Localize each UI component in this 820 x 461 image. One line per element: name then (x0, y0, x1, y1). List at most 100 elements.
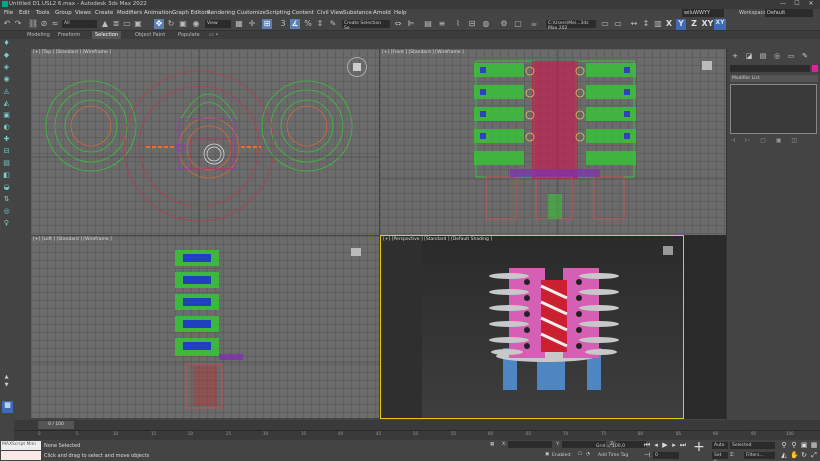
material-editor-icon[interactable]: ◍ (481, 19, 491, 29)
menu-customize[interactable]: Customize (237, 10, 266, 16)
time-slider-handle[interactable]: 0 / 100 (38, 421, 74, 429)
object-name-field[interactable] (730, 65, 810, 72)
container-icon[interactable]: ▥ (653, 19, 663, 29)
undo-icon[interactable]: ↶ (2, 19, 12, 29)
key-filters-button[interactable]: Filters... (744, 452, 775, 459)
rendered-frame-window-icon[interactable]: ▢ (513, 19, 523, 29)
select-and-place-icon[interactable]: ◉ (191, 19, 201, 29)
menu-help[interactable]: Help (394, 10, 407, 16)
viewcube-perspective-icon[interactable] (663, 246, 673, 255)
zoom-extents-all-icon[interactable]: ▦ (810, 441, 818, 449)
menu-scripting[interactable]: Scripting (266, 10, 290, 16)
zoom-icon[interactable]: ⚲ (780, 441, 788, 449)
zoom-all-icon[interactable]: ⚲ (790, 441, 798, 449)
menu-substance[interactable]: Substance (343, 10, 372, 16)
rectangular-selection-icon[interactable]: ▭ (122, 19, 132, 29)
selection-key-filter-select[interactable]: Selected (730, 442, 775, 449)
user-account-dropdown[interactable]: wiluWWYY (682, 9, 724, 17)
key-mode-toggle-icon[interactable]: ⊣ (643, 451, 651, 459)
cameras-icon[interactable]: ◉ (2, 75, 11, 84)
zoom-extents-icon[interactable]: ▣ (800, 441, 808, 449)
adaptive-degradation-icon[interactable]: ▣ (545, 452, 549, 457)
tab-selection[interactable]: Selection (92, 31, 122, 39)
current-frame-field[interactable]: 0 (653, 452, 679, 459)
menu-content[interactable]: Content (292, 10, 314, 16)
viewport-perspective[interactable]: [+] [Perspective ] [Standard ] [Default … (380, 235, 684, 419)
display-tab-icon[interactable]: ▭ (786, 52, 796, 62)
menu-create[interactable]: Create (95, 10, 113, 16)
window-crossing-icon[interactable]: ▣ (133, 19, 143, 29)
select-by-name-icon[interactable]: ≣ (111, 19, 121, 29)
bulb-icon[interactable]: ♀ (2, 219, 11, 228)
motion-icon[interactable]: ▤ (2, 159, 11, 168)
scene-explorer-icon[interactable]: ▤ (423, 19, 433, 29)
folder-icon[interactable]: ▭ (600, 19, 610, 29)
add-time-tag-label[interactable]: Add Time Tag (598, 453, 628, 458)
spinner-snap-icon[interactable]: ⇕ (315, 19, 325, 29)
named-selection-edit-icon[interactable]: ✎ (328, 19, 338, 29)
align-icon[interactable]: ⊫ (406, 19, 416, 29)
axis-constraint-x[interactable]: X (664, 19, 674, 30)
spacewarps-icon[interactable]: ◭ (2, 99, 11, 108)
menu-animation[interactable]: Animation (144, 10, 172, 16)
menu-rendering[interactable]: Rendering (207, 10, 235, 16)
keyboard-shortcut-override-icon[interactable]: ⊞ (262, 19, 272, 29)
viewport-layout-down-icon[interactable]: ▼ (2, 381, 11, 390)
axis-constraint-z[interactable]: Z (689, 19, 699, 30)
select-and-rotate-icon[interactable]: ↻ (166, 19, 176, 29)
layers-icon[interactable]: ◧ (2, 171, 11, 180)
hierarchy-tab-icon[interactable]: ▤ (758, 52, 768, 62)
redo-icon[interactable]: ↷ (13, 19, 23, 29)
selection-filter-select[interactable]: All (62, 20, 97, 28)
auto-key-button[interactable]: Auto (712, 442, 728, 449)
menu-arnold[interactable]: Arnold (373, 10, 391, 16)
modifier-list-select[interactable]: Modifier List (730, 75, 818, 82)
project-icon[interactable]: ▭ (613, 19, 623, 29)
object-color-swatch[interactable] (812, 65, 818, 72)
menu-modifiers[interactable]: Modifiers (117, 10, 142, 16)
go-to-end-button[interactable]: ⏭ (679, 441, 687, 449)
utilities-icon[interactable]: ✚ (2, 135, 11, 144)
display-icon[interactable]: ◐ (2, 123, 11, 132)
viewport-front[interactable]: [+] [Front ] [Standard ] [Wireframe ] (380, 49, 726, 235)
maxscript-listener-input[interactable]: MAXScript Mini (1, 441, 41, 450)
go-to-start-button[interactable]: ⏮ (643, 441, 651, 449)
select-and-move-icon[interactable]: ✥ (154, 19, 164, 29)
modify-tab-icon[interactable]: ◪ (744, 52, 754, 62)
mirror-icon[interactable]: ⇔ (393, 19, 403, 29)
viewcube-left-icon[interactable] (351, 248, 361, 256)
menu-file[interactable]: File (4, 10, 13, 16)
render-setup-icon[interactable]: ⚙ (499, 19, 509, 29)
viewcube-top-icon[interactable] (347, 57, 367, 77)
minimize-button[interactable]: — (778, 0, 788, 8)
viewport-layout-icon[interactable]: ▦ (2, 401, 13, 413)
link-icon[interactable]: ⛓ (28, 19, 38, 29)
enabled-checkbox[interactable]: ☐ (578, 452, 582, 457)
project-path-select[interactable]: C:\Users\Mei...3ds Max 202 (546, 20, 596, 31)
select-and-scale-icon[interactable]: ▣ (178, 19, 188, 29)
axis-constraint-y[interactable]: Y (676, 19, 686, 30)
field-of-view-icon[interactable]: ◭ (780, 451, 788, 459)
previous-frame-button[interactable]: ◂ (652, 441, 660, 449)
viewcube-front-icon[interactable] (702, 61, 712, 70)
pivot-center-icon[interactable]: ▦ (234, 19, 244, 29)
menu-edit[interactable]: Edit (19, 10, 30, 16)
tab-object-paint[interactable]: Object Paint (135, 32, 165, 38)
tab-modeling[interactable]: Modeling (27, 32, 50, 38)
hierarchy-icon[interactable]: ⊟ (2, 147, 11, 156)
create-tab-icon[interactable]: + (730, 52, 740, 62)
ribbon-toggle-icon[interactable]: ▭ • (209, 32, 218, 38)
sort-icon[interactable]: ⇅ (2, 195, 11, 204)
key-filter-icon[interactable]: ⚿ (730, 452, 733, 458)
bind-space-warp-icon[interactable]: ≈ (50, 19, 60, 29)
workspace-select[interactable]: Default (765, 9, 813, 17)
viewport-left[interactable]: [+] [Left ] [Standard ] [Wireframe ] (31, 236, 379, 418)
render-production-icon[interactable]: ☕ (529, 19, 539, 29)
next-frame-button[interactable]: ▸ (670, 441, 678, 449)
select-object-icon[interactable]: ▲ (100, 19, 110, 29)
isolate-selection-icon[interactable]: ▦ (490, 442, 494, 447)
orbit-icon[interactable]: ↻ (800, 451, 808, 459)
viewport-top[interactable]: [+] [Top ] [Standard ] [Wireframe ] (31, 49, 379, 235)
close-button[interactable]: ✕ (806, 0, 816, 8)
eye-icon[interactable]: ◎ (2, 207, 11, 216)
